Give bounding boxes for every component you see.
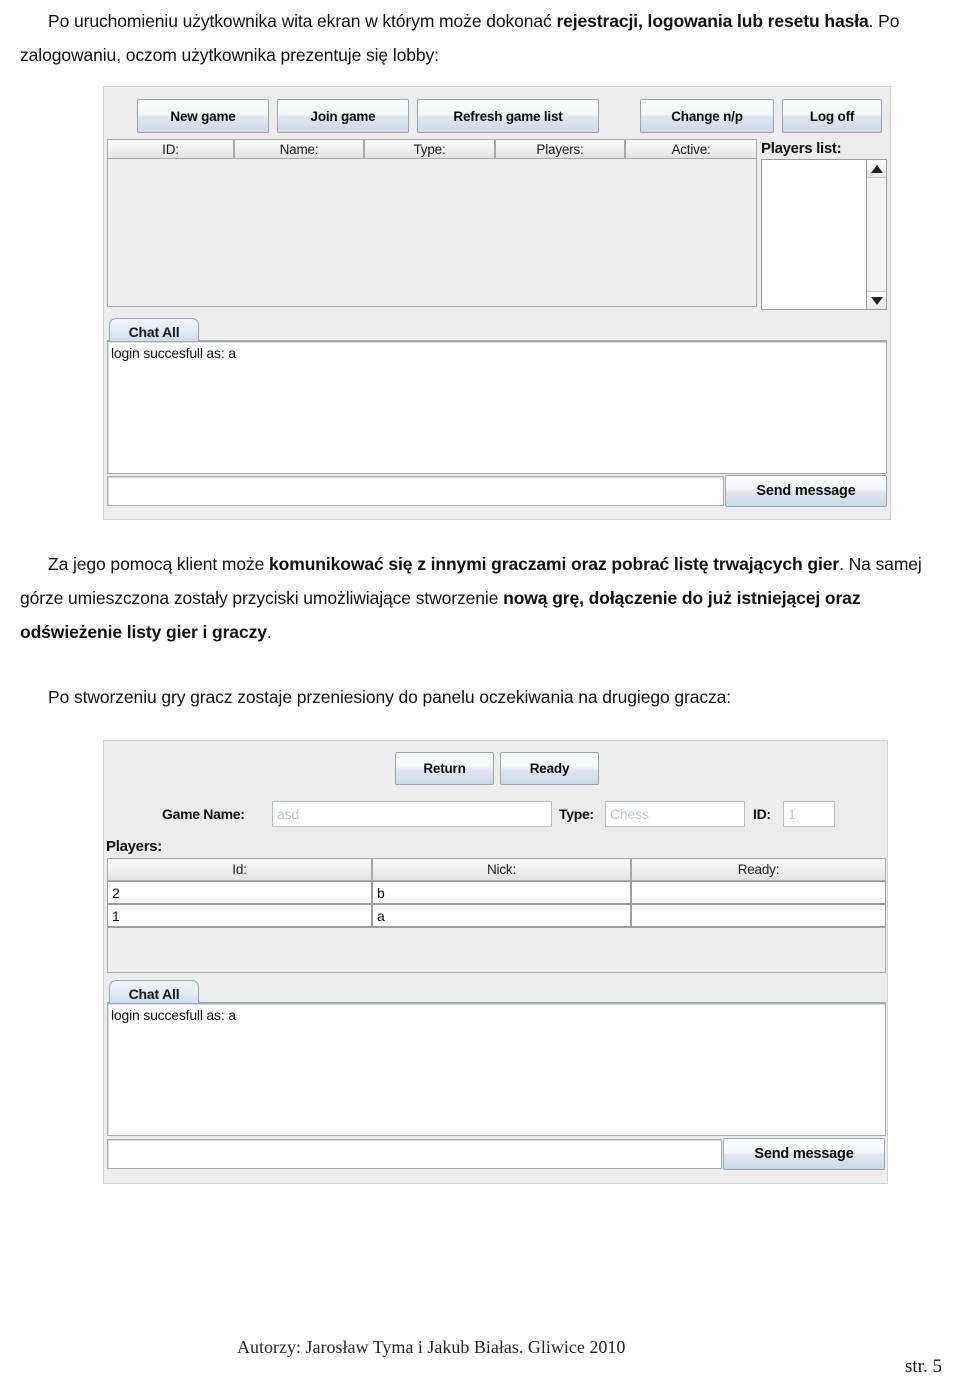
ready-button[interactable]: Ready [500, 752, 599, 785]
chat-log[interactable]: login succesfull as: a [107, 341, 887, 474]
games-column-header-active[interactable]: Active: [625, 139, 757, 159]
send-message-button[interactable]: Send message [725, 475, 887, 507]
chat-tabstrip [107, 315, 887, 341]
change-np-label: Change n/p [671, 108, 743, 124]
games-column-header-id-label: ID: [162, 141, 179, 157]
ready-label: Ready [529, 761, 570, 776]
players-list-box[interactable] [761, 159, 867, 310]
lobby-screenshot: New game Join game Refresh game list Cha… [103, 86, 891, 520]
lobby-desc-part-3: . [266, 622, 272, 642]
intro-paragraph: Po uruchomieniu użytkownika wita ekran w… [20, 4, 945, 72]
players-list-scrollbar[interactable] [867, 159, 887, 310]
table-row-1-ready[interactable] [631, 904, 886, 927]
table-row-0-id-value: 2 [112, 884, 120, 901]
refresh-game-list-label: Refresh game list [453, 108, 563, 124]
lobby-description-paragraph: Za jego pomocą klient może komunikować s… [20, 547, 945, 649]
games-column-header-type-label: Type: [413, 141, 446, 157]
type-label-text: Type: [559, 806, 594, 822]
games-column-header-id[interactable]: ID: [107, 139, 234, 159]
scroll-down-arrow-icon[interactable] [867, 291, 886, 309]
join-game-label: Join game [310, 108, 376, 124]
waiting-chat-message: login succesfull as: a [111, 1007, 236, 1023]
games-column-header-players-label: Players: [536, 141, 584, 157]
waiting-panel-intro-text: Po stworzeniu gry gracz zostaje przenies… [48, 687, 732, 707]
players-column-header-nick[interactable]: Nick: [372, 858, 631, 881]
games-column-header-name[interactable]: Name: [234, 139, 364, 159]
table-row-0-id[interactable]: 2 [107, 881, 372, 904]
lobby-desc-bold-1: komunikować się z innymi graczami oraz p… [269, 554, 840, 574]
game-id-field[interactable]: 1 [783, 801, 835, 827]
games-column-header-active-label: Active: [671, 141, 711, 157]
games-column-header-players[interactable]: Players: [495, 139, 625, 159]
players-list-label-text: Players list: [761, 139, 842, 157]
game-id-label: ID: [753, 802, 771, 826]
waiting-chat-tabstrip [107, 977, 886, 1003]
players-column-header-id-label: Id: [232, 862, 247, 877]
players-label-text: Players: [106, 837, 162, 855]
return-button[interactable]: Return [395, 752, 494, 785]
game-waiting-screenshot: Return Ready Game Name: asd Type: Chess … [103, 740, 888, 1184]
chat-input[interactable] [107, 476, 724, 506]
type-label: Type: [559, 802, 594, 826]
table-row-0-nick[interactable]: b [372, 881, 631, 904]
waiting-send-message-button[interactable]: Send message [723, 1138, 885, 1170]
game-name-field[interactable]: asd [272, 801, 552, 827]
players-table-empty-area[interactable] [107, 927, 886, 973]
waiting-panel-intro-paragraph: Po stworzeniu gry gracz zostaje przenies… [20, 680, 945, 714]
game-name-value: asd [277, 806, 299, 822]
games-table-body[interactable] [107, 159, 757, 307]
footer-page-number: str. 5 [905, 1356, 942, 1377]
games-column-header-name-label: Name: [279, 141, 319, 157]
game-id-label-text: ID: [753, 806, 771, 822]
waiting-chat-input[interactable] [107, 1139, 722, 1169]
join-game-button[interactable]: Join game [277, 99, 409, 133]
players-column-header-id[interactable]: Id: [107, 858, 372, 881]
return-label: Return [423, 761, 466, 776]
players-list-label: Players list: [761, 138, 881, 158]
table-row-1-nick[interactable]: a [372, 904, 631, 927]
footer-authors: Autorzy: Jarosław Tyma i Jakub Białas. G… [237, 1337, 626, 1357]
chat-message: login succesfull as: a [111, 345, 236, 361]
log-off-button[interactable]: Log off [782, 99, 882, 133]
scroll-up-arrow-icon[interactable] [867, 160, 886, 178]
table-row-1-nick-value: a [377, 907, 385, 924]
new-game-button[interactable]: New game [137, 99, 269, 133]
refresh-game-list-button[interactable]: Refresh game list [417, 99, 599, 133]
tab-chat-all-label: Chat All [128, 323, 180, 340]
type-field[interactable]: Chess [605, 801, 745, 827]
waiting-send-message-label: Send message [754, 1146, 854, 1162]
players-column-header-nick-label: Nick: [487, 862, 516, 877]
waiting-chat-log[interactable]: login succesfull as: a [107, 1003, 886, 1136]
players-column-header-ready-label: Ready: [737, 862, 780, 877]
game-name-label-text: Game Name: [162, 806, 245, 822]
players-label: Players: [106, 836, 162, 856]
table-row-1-id-value: 1 [112, 907, 120, 924]
log-off-label: Log off [809, 108, 855, 124]
new-game-label: New game [170, 108, 236, 124]
send-message-label: Send message [756, 483, 856, 499]
type-value: Chess [610, 806, 649, 822]
game-id-value: 1 [788, 806, 796, 822]
players-column-header-ready[interactable]: Ready: [631, 858, 886, 881]
table-row-1-id[interactable]: 1 [107, 904, 372, 927]
game-name-label: Game Name: [162, 802, 245, 826]
waiting-tab-chat-all-label: Chat All [128, 985, 180, 1002]
change-np-button[interactable]: Change n/p [640, 99, 774, 133]
table-row-0-ready[interactable] [631, 881, 886, 904]
intro-text-part-1: Po uruchomieniu użytkownika wita ekran w… [48, 11, 557, 31]
intro-text-bold-1: rejestracji, logowania lub resetu hasła [556, 11, 869, 31]
table-row-0-nick-value: b [377, 884, 385, 901]
lobby-desc-part-1: Za jego pomocą klient może [48, 554, 270, 574]
games-column-header-type[interactable]: Type: [364, 139, 495, 159]
